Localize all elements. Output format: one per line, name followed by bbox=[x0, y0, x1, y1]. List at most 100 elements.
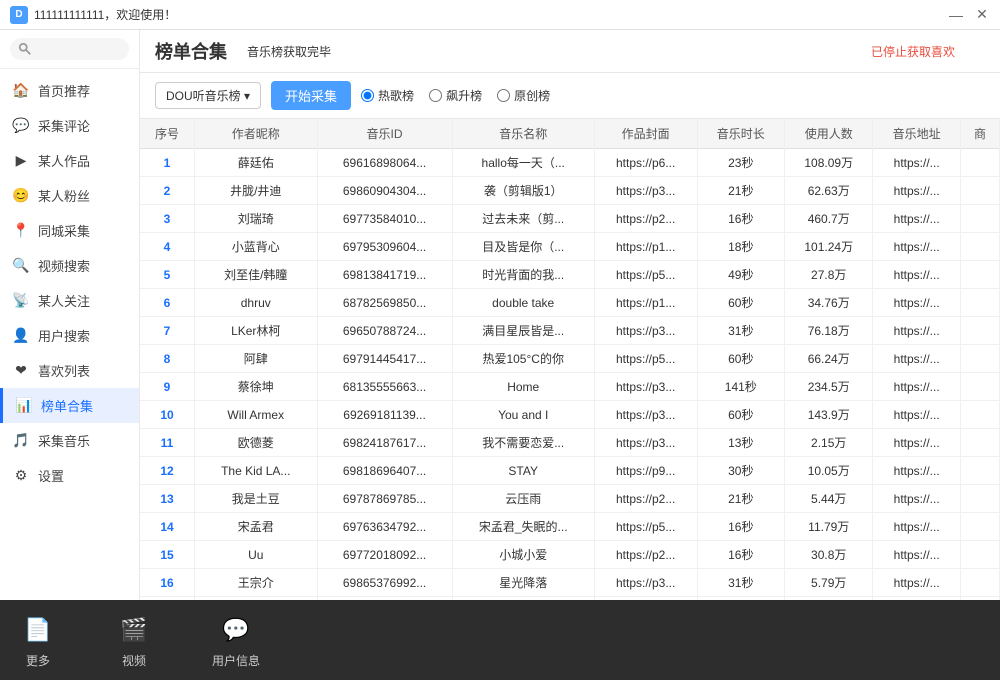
sidebar-item-settings[interactable]: ⚙设置 bbox=[0, 458, 139, 493]
cell-14-5: 16秒 bbox=[697, 541, 784, 569]
cell-2-7: https://... bbox=[873, 205, 960, 233]
cell-3-1: 小蓝背心 bbox=[195, 233, 318, 261]
search-input-wrap[interactable] bbox=[10, 38, 129, 60]
cell-12-0: 13 bbox=[140, 485, 195, 513]
sidebar-item-user-search[interactable]: 👤用户搜索 bbox=[0, 318, 139, 353]
table-row: 9蔡徐坤68135555663...Homehttps://p3...141秒2… bbox=[140, 373, 1000, 401]
cell-11-7: https://... bbox=[873, 457, 960, 485]
sidebar-item-chart-list[interactable]: 📊榜单合集 bbox=[0, 388, 139, 423]
cell-8-4: https://p3... bbox=[594, 373, 697, 401]
sidebar-item-someone-follow[interactable]: 📡某人关注 bbox=[0, 283, 139, 318]
cell-13-0: 14 bbox=[140, 513, 195, 541]
cell-6-1: LKer林柯 bbox=[195, 317, 318, 345]
dock-item-more[interactable]: 📄更多 bbox=[20, 612, 56, 669]
cell-11-3: STAY bbox=[452, 457, 594, 485]
cell-6-7: https://... bbox=[873, 317, 960, 345]
cell-3-4: https://p1... bbox=[594, 233, 697, 261]
start-collect-button[interactable]: 开始采集 bbox=[271, 81, 351, 110]
table-header: 序号作者昵称音乐ID音乐名称作品封面音乐时长使用人数音乐地址商 bbox=[140, 119, 1000, 149]
cell-1-7: https://... bbox=[873, 177, 960, 205]
cell-5-1: dhruv bbox=[195, 289, 318, 317]
cell-14-7: https://... bbox=[873, 541, 960, 569]
cell-8-6: 234.5万 bbox=[785, 373, 873, 401]
dock-label-user-info: 用户信息 bbox=[212, 652, 260, 669]
app-icon: D bbox=[10, 6, 28, 24]
local-collect-icon: 📍 bbox=[12, 222, 30, 240]
cell-13-1: 宋孟君 bbox=[195, 513, 318, 541]
cell-10-7: https://... bbox=[873, 429, 960, 457]
cell-2-0: 3 bbox=[140, 205, 195, 233]
sidebar-item-collect-music[interactable]: 🎵采集音乐 bbox=[0, 423, 139, 458]
sidebar-item-home[interactable]: 🏠首页推荐 bbox=[0, 73, 139, 108]
sidebar-item-someone-fans[interactable]: 😊某人粉丝 bbox=[0, 178, 139, 213]
music-table: 序号作者昵称音乐ID音乐名称作品封面音乐时长使用人数音乐地址商 1薛廷佑6961… bbox=[140, 119, 1000, 600]
radio-rising[interactable]: 飙升榜 bbox=[429, 87, 482, 104]
cell-10-3: 我不需要恋爱... bbox=[452, 429, 594, 457]
sidebar-item-like-list[interactable]: ❤喜欢列表 bbox=[0, 353, 139, 388]
collect-music-icon: 🎵 bbox=[12, 432, 30, 450]
cell-0-0: 1 bbox=[140, 149, 195, 177]
cell-2-2: 69773584010... bbox=[317, 205, 452, 233]
cell-15-2: 69865376992... bbox=[317, 569, 452, 597]
video-search-icon: 🔍 bbox=[12, 257, 30, 275]
cell-11-4: https://p9... bbox=[594, 457, 697, 485]
page-title: 榜单合集 bbox=[155, 38, 227, 64]
table-row: 1薛廷佑69616898064...hallo每一天（...https://p6… bbox=[140, 149, 1000, 177]
sidebar: 🏠首页推荐💬采集评论▶某人作品😊某人粉丝📍同城采集🔍视频搜索📡某人关注👤用户搜索… bbox=[0, 30, 140, 600]
col-header-音乐地址: 音乐地址 bbox=[873, 119, 960, 149]
cell-9-0: 10 bbox=[140, 401, 195, 429]
music-table-wrap[interactable]: 序号作者昵称音乐ID音乐名称作品封面音乐时长使用人数音乐地址商 1薛廷佑6961… bbox=[140, 119, 1000, 600]
cell-9-6: 143.9万 bbox=[785, 401, 873, 429]
cell-7-5: 60秒 bbox=[697, 345, 784, 373]
radio-label-original: 原创榜 bbox=[514, 87, 550, 104]
sidebar-item-local-collect[interactable]: 📍同城采集 bbox=[0, 213, 139, 248]
table-row: 13我是土豆69787869785...云压雨https://p2...21秒5… bbox=[140, 485, 1000, 513]
sidebar-item-label-home: 首页推荐 bbox=[38, 81, 90, 100]
cell-0-2: 69616898064... bbox=[317, 149, 452, 177]
cell-3-5: 18秒 bbox=[697, 233, 784, 261]
col-header-音乐ID: 音乐ID bbox=[317, 119, 452, 149]
content-header: 榜单合集 音乐榜获取完毕 已停止获取喜欢 bbox=[140, 30, 1000, 73]
dock-icon-more: 📄 bbox=[20, 612, 56, 648]
search-input[interactable] bbox=[36, 43, 116, 55]
cell-14-4: https://p2... bbox=[594, 541, 697, 569]
radio-input-original[interactable] bbox=[497, 89, 510, 102]
cell-3-3: 目及皆是你（... bbox=[452, 233, 594, 261]
sidebar-item-collect-comment[interactable]: 💬采集评论 bbox=[0, 108, 139, 143]
sidebar-item-label-settings: 设置 bbox=[38, 466, 64, 485]
sidebar-item-label-collect-comment: 采集评论 bbox=[38, 116, 90, 135]
cell-12-7: https://... bbox=[873, 485, 960, 513]
cell-10-5: 13秒 bbox=[697, 429, 784, 457]
dock-item-video[interactable]: 🎬视频 bbox=[116, 612, 152, 669]
cell-7-3: 热爱105°C的你 bbox=[452, 345, 594, 373]
cell-11-0: 12 bbox=[140, 457, 195, 485]
radio-hot[interactable]: 热歌榜 bbox=[361, 87, 414, 104]
toolbar: DOU听音乐榜 ▾ 开始采集 热歌榜飙升榜 原创榜 bbox=[140, 73, 1000, 119]
cell-4-5: 49秒 bbox=[697, 261, 784, 289]
cell-8-5: 141秒 bbox=[697, 373, 784, 401]
radio-original[interactable]: 原创榜 bbox=[497, 87, 550, 104]
user-search-icon: 👤 bbox=[12, 327, 30, 345]
table-body: 1薛廷佑69616898064...hallo每一天（...https://p6… bbox=[140, 149, 1000, 601]
close-button[interactable]: ✕ bbox=[974, 7, 990, 23]
cell-7-1: 阿肆 bbox=[195, 345, 318, 373]
cell-10-1: 欧德菱 bbox=[195, 429, 318, 457]
col-header-音乐名称: 音乐名称 bbox=[452, 119, 594, 149]
cell-14-3: 小城小爱 bbox=[452, 541, 594, 569]
cell-2-4: https://p2... bbox=[594, 205, 697, 233]
radio-input-hot[interactable] bbox=[361, 89, 374, 102]
chart-dropdown[interactable]: DOU听音乐榜 ▾ bbox=[155, 82, 261, 109]
cell-1-0: 2 bbox=[140, 177, 195, 205]
cell-15-1: 王宗介 bbox=[195, 569, 318, 597]
minimize-button[interactable]: — bbox=[948, 7, 964, 23]
cell-12-2: 69787869785... bbox=[317, 485, 452, 513]
cell-12-6: 5.44万 bbox=[785, 485, 873, 513]
radio-input-rising[interactable] bbox=[429, 89, 442, 102]
sidebar-item-video-search[interactable]: 🔍视频搜索 bbox=[0, 248, 139, 283]
cell-6-2: 69650788724... bbox=[317, 317, 452, 345]
someone-fans-icon: 😊 bbox=[12, 187, 30, 205]
sidebar-item-someone-work[interactable]: ▶某人作品 bbox=[0, 143, 139, 178]
sidebar-item-label-chart-list: 榜单合集 bbox=[41, 396, 93, 415]
dock-item-user-info[interactable]: 💬用户信息 bbox=[212, 612, 260, 669]
cell-7-8 bbox=[960, 345, 999, 373]
